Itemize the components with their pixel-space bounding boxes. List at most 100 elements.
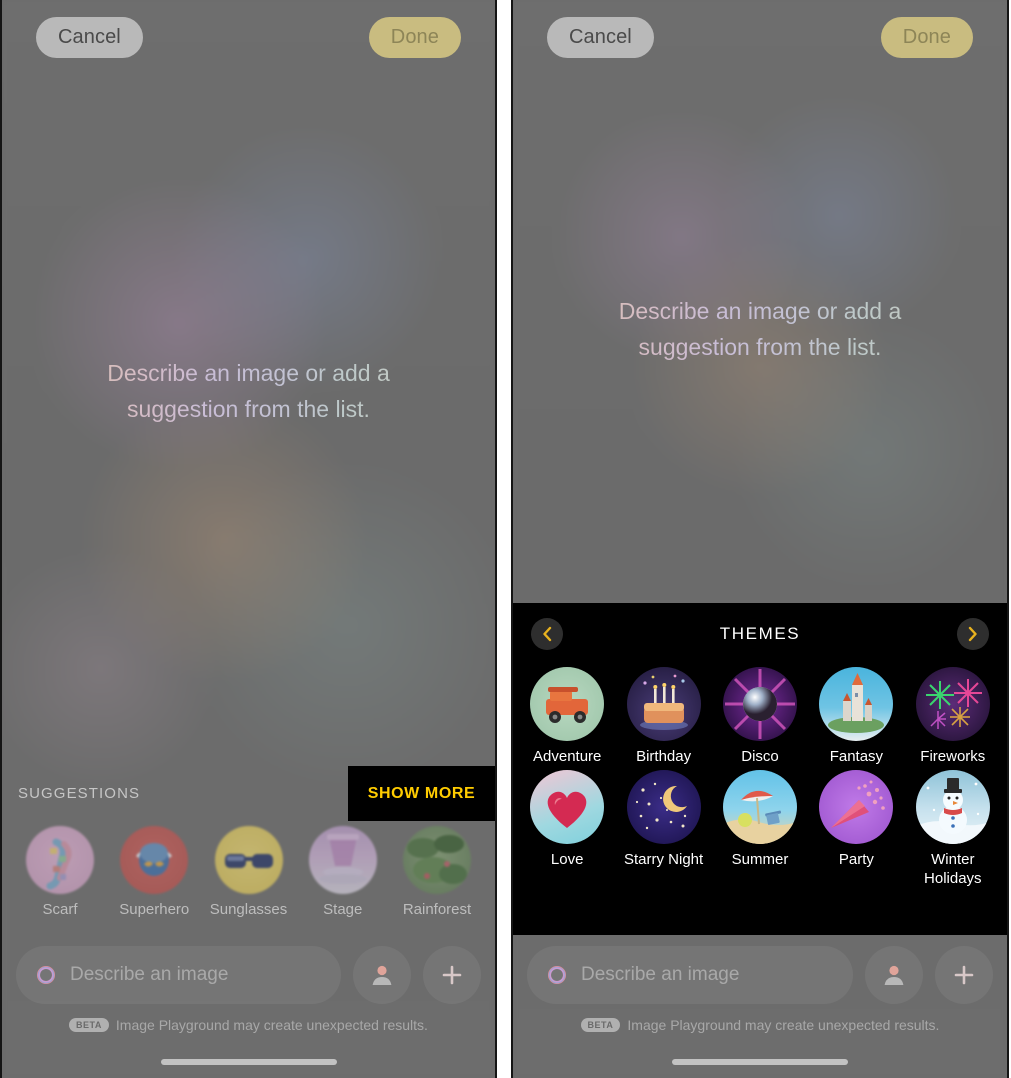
snowman-art <box>915 778 990 845</box>
chevron-right-icon <box>969 626 978 642</box>
suggestions-section: SUGGESTIONS SHOW MORE Scarf Superhero Su… <box>2 766 495 918</box>
input-row: Describe an image <box>513 928 1007 1004</box>
theme-item-summer[interactable]: Summer <box>712 768 808 888</box>
suggestions-header: SUGGESTIONS SHOW MORE <box>2 766 495 821</box>
sunglasses-art <box>224 854 273 868</box>
add-button[interactable] <box>423 946 481 1004</box>
prompt-line-2: suggestion from the list. <box>638 333 882 360</box>
party-theme-thumbnail <box>819 770 894 845</box>
stage-art <box>318 834 367 884</box>
disco-theme-thumbnail <box>722 667 797 741</box>
theme-label-line1: Winter <box>931 851 975 869</box>
rainforest-thumbnail <box>403 826 471 894</box>
done-button[interactable]: Done <box>368 16 461 58</box>
fireworks-art <box>925 679 982 729</box>
suggestion-item-scarf[interactable]: Scarf <box>14 826 106 918</box>
suggestion-label: Rainforest <box>402 901 472 918</box>
theme-item-party[interactable]: Party <box>808 768 904 888</box>
stage-thumbnail <box>308 826 377 894</box>
phone-screen-right: Cancel Done Describe an image or add a s… <box>511 0 1009 1078</box>
theme-label-line2: Holidays <box>924 870 982 888</box>
describe-image-input[interactable]: Describe an image <box>527 946 853 1004</box>
sunglasses-thumbnail <box>214 826 283 894</box>
themes-next-button[interactable] <box>956 618 989 650</box>
screenshot-root: Cancel Done Describe an image or add a s… <box>0 0 1011 1078</box>
theme-item-love[interactable]: Love <box>519 768 615 888</box>
theme-item-birthday[interactable]: Birthday <box>615 665 711 766</box>
done-button[interactable]: Done <box>880 16 973 58</box>
themes-grid: Adventure Birthday Disco Fantasy Firewor… <box>513 665 1007 889</box>
love-theme-thumbnail <box>530 770 605 845</box>
suggestion-label: Sunglasses <box>209 901 288 918</box>
suggestion-item-sunglasses[interactable]: Sunglasses <box>203 826 295 918</box>
party-popper-art <box>831 780 886 829</box>
home-indicator <box>160 1059 337 1065</box>
scarf-thumbnail <box>26 826 94 894</box>
theme-label: Adventure <box>533 748 602 765</box>
input-placeholder: Describe an image <box>581 964 740 985</box>
theme-label: Fireworks <box>920 748 986 765</box>
prompt-line-2: suggestion from the list. <box>127 395 370 422</box>
superhero-thumbnail <box>120 826 189 894</box>
birthday-art <box>639 674 688 730</box>
prompt-line-1: Describe an image or add a <box>107 360 390 386</box>
cancel-button[interactable]: Cancel <box>36 16 143 58</box>
person-button[interactable] <box>353 946 411 1004</box>
cancel-button[interactable]: Cancel <box>547 16 654 58</box>
heart-icon <box>547 791 587 829</box>
person-icon <box>372 965 392 985</box>
theme-item-winter-holidays[interactable]: Winter Holidays <box>905 768 1001 888</box>
scarf-art <box>46 838 72 890</box>
plus-icon <box>442 965 462 985</box>
bottom-input-bar-right: Describe an image BETA Image Playground … <box>513 928 1007 1078</box>
summer-theme-thumbnail <box>722 770 797 845</box>
theme-item-disco[interactable]: Disco <box>712 665 808 766</box>
summer-art <box>722 791 797 845</box>
fantasy-theme-thumbnail <box>819 667 894 741</box>
disco-art <box>724 669 795 739</box>
fantasy-art <box>828 673 885 733</box>
theme-label: Fantasy <box>829 748 884 765</box>
adventure-art <box>546 687 589 723</box>
suggestions-list: Scarf Superhero Sunglasses Stage Rainfor… <box>2 808 495 918</box>
phone-screen-left: Cancel Done Describe an image or add a s… <box>0 0 497 1078</box>
theme-item-fireworks[interactable]: Fireworks <box>905 665 1001 766</box>
winter-holidays-theme-thumbnail <box>915 770 990 845</box>
theme-label: Winter Holidays <box>905 850 1001 888</box>
suggestion-item-stage[interactable]: Stage <box>297 826 389 918</box>
beta-badge: BETA <box>580 1018 621 1032</box>
disclaimer-text: Image Playground may create unexpected r… <box>627 1017 940 1033</box>
empty-state-prompt-left: Describe an image or add a suggestion fr… <box>84 356 414 427</box>
starry-night-art <box>635 782 687 830</box>
bottom-input-bar-left: Describe an image BETA Image Playground … <box>2 928 495 1078</box>
suggestion-label: Superhero <box>119 901 190 918</box>
suggestion-item-superhero[interactable]: Superhero <box>108 826 200 918</box>
empty-state-prompt-right: Describe an image or add a suggestion fr… <box>590 294 930 365</box>
input-row: Describe an image <box>2 928 495 1004</box>
theme-label: Summer <box>731 851 789 869</box>
person-button[interactable] <box>865 946 923 1004</box>
add-button[interactable] <box>935 946 993 1004</box>
suggestion-item-rainforest[interactable]: Rainforest <box>391 826 483 918</box>
themes-header: THEMES <box>513 603 1007 665</box>
starry-night-theme-thumbnail <box>626 770 701 845</box>
beta-badge: BETA <box>69 1018 109 1032</box>
describe-image-input[interactable]: Describe an image <box>16 946 341 1004</box>
theme-label: Love <box>550 851 584 869</box>
image-playground-icon <box>36 965 56 985</box>
top-bar-left: Cancel Done <box>2 0 495 74</box>
theme-item-adventure[interactable]: Adventure <box>519 665 615 766</box>
person-icon <box>884 965 904 985</box>
themes-prev-button[interactable] <box>531 618 563 650</box>
suggestions-title: SUGGESTIONS <box>18 784 141 802</box>
suggestion-label: Scarf <box>42 901 78 918</box>
theme-label: Starry Night <box>623 851 704 869</box>
adventure-theme-thumbnail <box>530 667 605 741</box>
plus-icon <box>954 965 974 985</box>
theme-item-starry-night[interactable]: Starry Night <box>615 768 711 888</box>
theme-item-fantasy[interactable]: Fantasy <box>808 665 904 766</box>
theme-label: Party <box>838 851 874 869</box>
theme-label: Disco <box>741 748 779 765</box>
show-more-button[interactable]: SHOW MORE <box>368 785 476 803</box>
themes-title: THEMES <box>719 624 801 643</box>
